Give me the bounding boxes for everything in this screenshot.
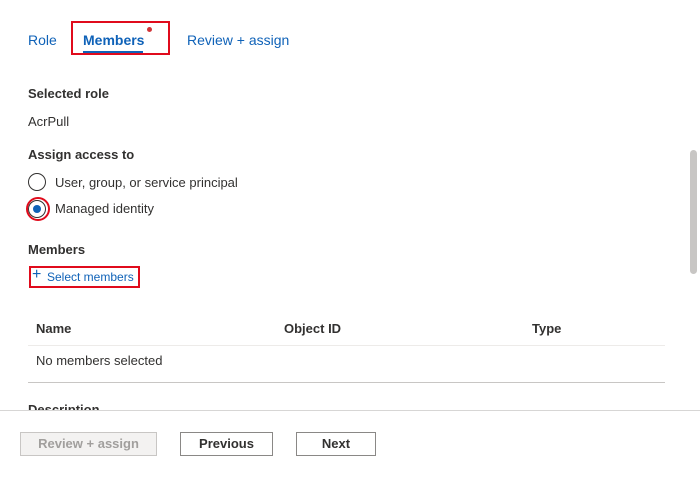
next-button[interactable]: Next xyxy=(296,432,376,456)
highlight-box-members-tab xyxy=(71,21,170,55)
previous-button[interactable]: Previous xyxy=(180,432,273,456)
select-members-link[interactable]: Select members xyxy=(47,270,134,284)
tab-role[interactable]: Role xyxy=(28,31,57,49)
table-bottom-divider xyxy=(28,382,665,383)
highlight-ring-managed-identity xyxy=(26,197,50,221)
column-header-type: Type xyxy=(532,321,562,336)
tab-review-assign[interactable]: Review + assign xyxy=(187,31,289,49)
table-empty-message: No members selected xyxy=(36,353,163,368)
scrollbar-thumb[interactable] xyxy=(690,150,697,274)
radio-user-group-sp-label[interactable]: User, group, or service principal xyxy=(55,175,238,190)
plus-icon[interactable]: + xyxy=(32,265,41,285)
selected-role-label: Selected role xyxy=(28,86,109,101)
selected-role-value: AcrPull xyxy=(28,114,70,129)
radio-user-group-sp[interactable] xyxy=(28,173,46,191)
assign-access-label: Assign access to xyxy=(28,147,135,162)
column-header-name: Name xyxy=(36,321,72,336)
tab-bar: Role Members Review + assign xyxy=(0,0,688,62)
members-label: Members xyxy=(28,242,86,257)
radio-managed-identity-label[interactable]: Managed identity xyxy=(55,201,154,216)
column-header-object-id: Object ID xyxy=(284,321,342,336)
table-header-divider xyxy=(28,345,665,346)
review-assign-button[interactable]: Review + assign xyxy=(20,432,157,456)
